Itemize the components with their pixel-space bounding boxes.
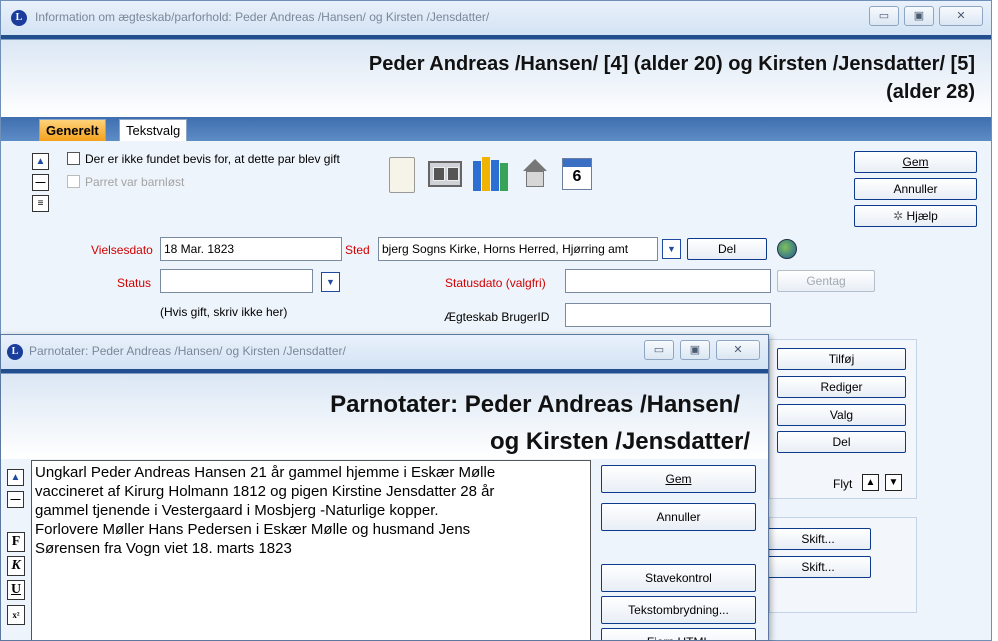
sted-dropdown-icon[interactable]: ▼ [662, 239, 681, 259]
notes-cancel-button[interactable]: Annuller [601, 503, 756, 531]
childless-checkbox[interactable] [67, 175, 80, 188]
calendar-icon[interactable]: 6 [562, 158, 592, 190]
notes-page-title-line2: og Kirsten /Jensdatter/ [489, 428, 750, 455]
change-button-2[interactable]: Skift... [765, 556, 871, 578]
globe-icon[interactable] [777, 239, 797, 259]
word-wrap-button[interactable]: Tekstombrydning... [601, 596, 756, 624]
childless-label: Parret var barnløst [85, 175, 185, 189]
move-down-icon[interactable]: ▼ [885, 474, 902, 491]
vielsesdato-label: Vielsesdato [91, 243, 153, 257]
photos-icon[interactable] [428, 161, 462, 187]
vielsesdato-input[interactable]: 18 Mar. 1823 [160, 237, 342, 261]
home-icon[interactable] [519, 159, 551, 191]
notes-maximize-button[interactable]: ▣ [680, 340, 710, 360]
notes-window-title: Parnotater: Peder Andreas /Hansen/ og Ki… [29, 344, 346, 358]
help-label: Hjælp [906, 209, 938, 223]
notes-page-title: Parnotater: Peder Andreas /Hansen/ [330, 391, 740, 418]
list-icon[interactable]: ≡ [32, 195, 49, 212]
gentag-button[interactable]: Gentag [777, 270, 875, 292]
notes-minimize-button[interactable]: ▭ [644, 340, 674, 360]
remove-html-button[interactable]: Fjern HTML [601, 628, 756, 640]
pair-notes-window: L Parnotater: Peder Andreas /Hansen/ og … [0, 334, 769, 641]
choice-button[interactable]: Valg [777, 404, 906, 426]
page-title: Peder Andreas /Hansen/ [4] (alder 20) og… [368, 53, 975, 75]
minimize-button[interactable]: ▭ [869, 6, 899, 26]
notes-close-button[interactable]: ✕ [716, 340, 760, 360]
no-proof-label: Der er ikke fundet bevis for, at dette p… [85, 152, 340, 166]
tab-generelt[interactable]: Generelt [39, 119, 106, 141]
no-proof-checkbox[interactable] [67, 152, 80, 165]
status-label: Status [117, 276, 152, 290]
statusdato-input[interactable] [565, 269, 771, 293]
maximize-button[interactable]: ▣ [904, 6, 934, 26]
brugerid-input[interactable] [565, 303, 771, 327]
edit-button[interactable]: Rediger [777, 376, 906, 398]
status-input[interactable] [160, 269, 313, 293]
move-up-icon[interactable]: ▲ [862, 474, 879, 491]
spellcheck-button[interactable]: Stavekontrol [601, 564, 756, 592]
move-up-icon[interactable]: ▲ [32, 153, 49, 170]
header-banner: Peder Andreas /Hansen/ [4] (alder 20) og… [1, 35, 991, 117]
sted-label: Sted [345, 243, 370, 257]
notes-titlebar[interactable]: L Parnotater: Peder Andreas /Hansen/ og … [1, 335, 768, 369]
books-icon[interactable] [473, 157, 509, 191]
help-button[interactable]: ✲ Hjælp [854, 205, 977, 227]
notes-move-up-icon[interactable]: ▲ [7, 469, 24, 486]
app-icon: L [11, 10, 27, 26]
status-hint: (Hvis gift, skriv ikke her) [160, 305, 288, 319]
status-dropdown-icon[interactable]: ▼ [321, 272, 340, 292]
cancel-button[interactable]: Annuller [854, 178, 977, 200]
add-button[interactable]: Tilføj [777, 348, 906, 370]
close-button[interactable]: ✕ [939, 6, 983, 26]
notepad-icon[interactable] [389, 157, 415, 193]
titlebar[interactable]: L Information om ægteskab/parforhold: Pe… [1, 1, 991, 35]
notes-save-button[interactable]: Gem [601, 465, 756, 493]
notes-line: Forlovere Møller Hans Pedersen i Eskær M… [35, 521, 471, 538]
page-title-line2: (alder 28) [886, 81, 975, 103]
move-label: Flyt [833, 477, 853, 491]
brugerid-label: Ægteskab BrugerID [444, 310, 550, 324]
bold-icon[interactable]: F [7, 532, 25, 552]
sted-input[interactable]: bjerg Sogns Kirke, Horns Herred, Hjørrin… [378, 237, 658, 261]
notes-line: Ungkarl Peder Andreas Hansen 21 år gamme… [35, 464, 496, 481]
tab-tekstvalg[interactable]: Tekstvalg [119, 119, 188, 141]
change-button-1[interactable]: Skift... [765, 528, 871, 550]
notes-header-banner: Parnotater: Peder Andreas /Hansen/ og Ki… [1, 369, 768, 459]
notes-line: vaccineret af Kirurg Holmann 1812 og pig… [35, 483, 495, 500]
window-title: Information om ægteskab/parforhold: Pede… [35, 10, 490, 24]
calendar-day: 6 [572, 168, 582, 185]
superscript-icon[interactable]: x² [7, 605, 25, 625]
notes-collapse-icon[interactable]: — [7, 491, 24, 508]
notes-line: gammel tjenende i Vestergaard i Mosbjerg… [35, 502, 439, 519]
statusdato-label: Statusdato (valgfri) [445, 276, 546, 290]
del-button[interactable]: Del [687, 238, 767, 260]
notes-textarea[interactable]: Ungkarl Peder Andreas Hansen 21 år gamme… [31, 460, 591, 640]
collapse-icon[interactable]: — [32, 174, 49, 191]
help-icon: ✲ [893, 209, 907, 223]
save-button[interactable]: Gem [854, 151, 977, 173]
underline-icon[interactable]: U [7, 580, 25, 600]
delete-button[interactable]: Del [777, 431, 906, 453]
notes-app-icon: L [7, 344, 23, 360]
italic-icon[interactable]: K [7, 556, 25, 576]
notes-line: Sørensen fra Vogn viet 18. marts 1823 [35, 540, 292, 557]
